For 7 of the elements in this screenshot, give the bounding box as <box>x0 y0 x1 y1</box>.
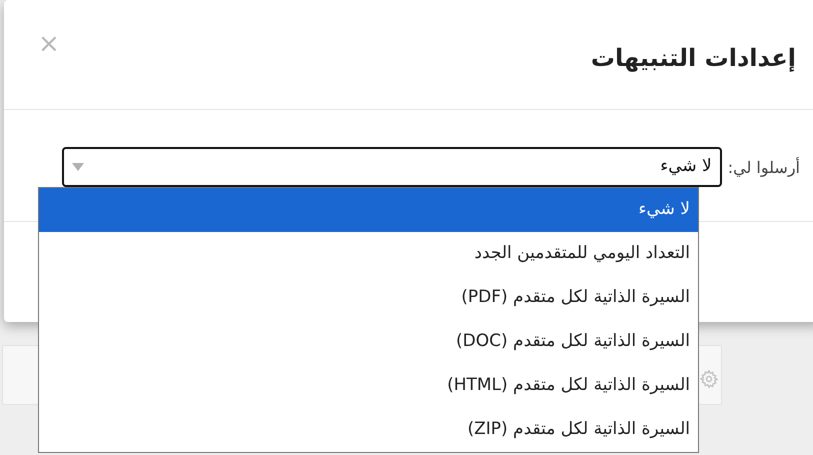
caret-icon <box>72 163 84 171</box>
selected-value: لا شيء <box>660 155 712 178</box>
dropdown-option[interactable]: لا شيء <box>39 188 698 232</box>
dropdown-select[interactable]: لا شيء <box>62 147 722 187</box>
gear-icon <box>700 370 718 388</box>
field-label: أرسلوا لي: <box>728 156 800 179</box>
dialog-title: إعدادات التنبيهات <box>590 43 796 74</box>
